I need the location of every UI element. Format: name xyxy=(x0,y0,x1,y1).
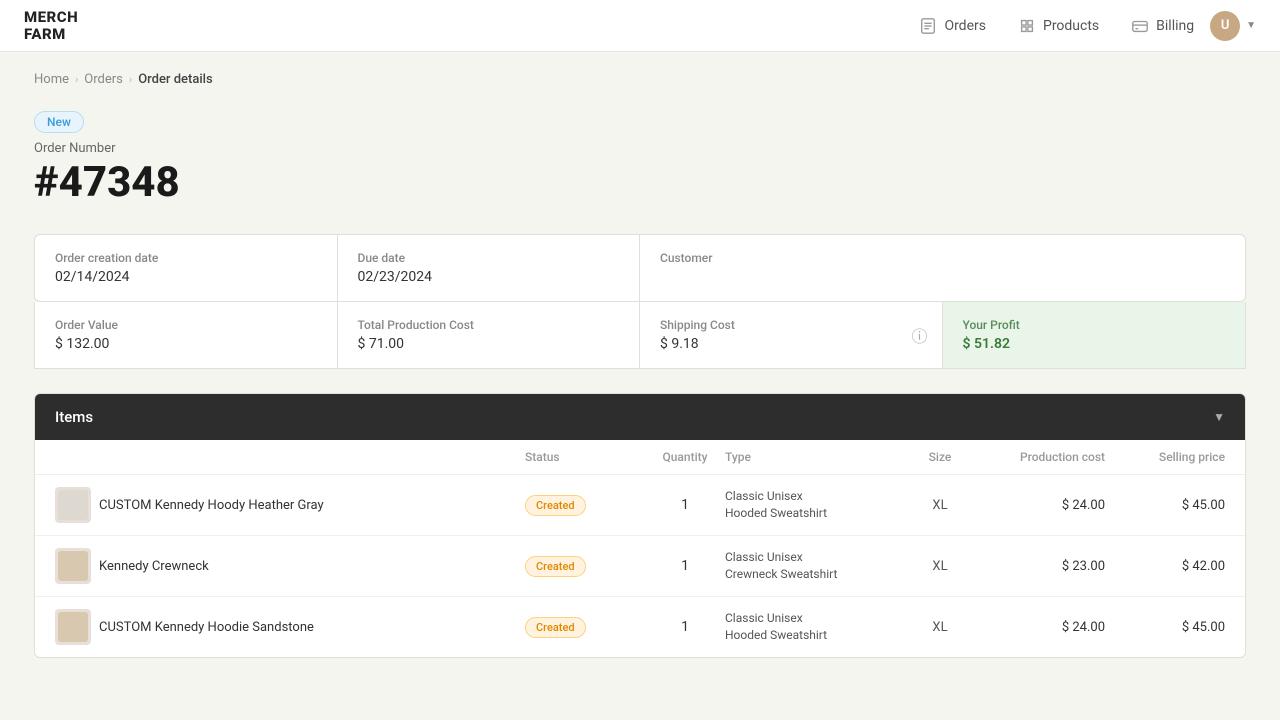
page-content: Home › Orders › Order details New Order … xyxy=(10,52,1270,678)
product-name: Kennedy Crewneck xyxy=(95,559,525,574)
product-production-cost: $ 23.00 xyxy=(975,559,1105,574)
creation-date-label: Order creation date xyxy=(55,251,317,265)
col-type: Type xyxy=(725,450,905,464)
col-quantity: Quantity xyxy=(645,450,725,464)
breadcrumb: Home › Orders › Order details xyxy=(34,72,1246,87)
col-status: Status xyxy=(525,450,645,464)
table-row: 👚 Kennedy Crewneck Created 1 Classic Uni… xyxy=(35,536,1245,597)
order-info-row: Order creation date 02/14/2024 Due date … xyxy=(34,234,1246,302)
profit-label: Your Profit xyxy=(963,318,1226,332)
customer-card: Customer xyxy=(640,235,1245,301)
status-badge-created: Created xyxy=(525,556,586,577)
profit-card: Your Profit $ 51.82 xyxy=(943,302,1246,368)
avatar: U xyxy=(1210,11,1240,41)
due-date-card: Due date 02/23/2024 xyxy=(338,235,641,301)
order-value-value: $ 132.00 xyxy=(55,336,317,352)
product-selling-price: $ 45.00 xyxy=(1105,620,1225,635)
order-status-badge: New xyxy=(34,111,84,133)
logo[interactable]: MERCH FARM xyxy=(24,9,78,42)
nav-billing[interactable]: Billing xyxy=(1131,17,1194,35)
product-production-cost: $ 24.00 xyxy=(975,498,1105,513)
product-name: CUSTOM Kennedy Hoody Heather Gray xyxy=(95,498,525,513)
breadcrumb-orders[interactable]: Orders xyxy=(84,72,123,87)
breadcrumb-current: Order details xyxy=(138,72,213,87)
due-date-value: 02/23/2024 xyxy=(358,269,620,285)
order-number: #47348 xyxy=(34,160,1246,206)
customer-label: Customer xyxy=(660,251,1225,265)
col-thumb xyxy=(55,450,95,464)
product-selling-price: $ 42.00 xyxy=(1105,559,1225,574)
orders-icon xyxy=(919,17,937,35)
creation-date-value: 02/14/2024 xyxy=(55,269,317,285)
product-quantity: 1 xyxy=(645,558,725,574)
product-thumb: 👕 xyxy=(55,487,91,523)
col-production-cost: Production cost xyxy=(975,450,1105,464)
product-selling-price: $ 45.00 xyxy=(1105,498,1225,513)
metrics-row: Order Value $ 132.00 Total Production Co… xyxy=(34,302,1246,369)
shipping-info-icon[interactable]: ⓘ xyxy=(911,323,927,347)
table-row: 👕 CUSTOM Kennedy Hoodie Sandstone Create… xyxy=(35,597,1245,657)
product-status: Created xyxy=(525,495,645,516)
status-badge-created: Created xyxy=(525,495,586,516)
table-header: Status Quantity Type Size Production cos… xyxy=(35,440,1245,475)
items-collapse-chevron[interactable]: ▼ xyxy=(1213,410,1225,424)
product-size: XL xyxy=(905,620,975,635)
nav-products[interactable]: Products xyxy=(1018,17,1099,35)
breadcrumb-home[interactable]: Home xyxy=(34,72,69,87)
items-header-label: Items xyxy=(55,408,93,426)
table-row: 👕 CUSTOM Kennedy Hoody Heather Gray Crea… xyxy=(35,475,1245,536)
breadcrumb-sep2: › xyxy=(129,73,132,86)
col-name xyxy=(95,450,525,464)
main-nav: Orders Products Billing xyxy=(919,17,1194,35)
product-type: Classic Unisex Crewneck Sweatshirt xyxy=(725,549,905,583)
production-cost-card: Total Production Cost $ 71.00 xyxy=(338,302,641,368)
shipping-cost-card: Shipping Cost $ 9.18 ⓘ xyxy=(640,302,943,368)
order-value-label: Order Value xyxy=(55,318,317,332)
product-type: Classic Unisex Hooded Sweatshirt xyxy=(725,488,905,522)
product-quantity: 1 xyxy=(645,619,725,635)
creation-date-card: Order creation date 02/14/2024 xyxy=(35,235,338,301)
profit-value: $ 51.82 xyxy=(963,336,1226,352)
product-status: Created xyxy=(525,617,645,638)
products-icon xyxy=(1018,17,1036,35)
user-menu[interactable]: U ▼ xyxy=(1210,11,1256,41)
product-size: XL xyxy=(905,498,975,513)
product-thumb: 👕 xyxy=(55,609,91,645)
breadcrumb-sep1: › xyxy=(75,73,78,86)
shipping-cost-label: Shipping Cost xyxy=(660,318,922,332)
product-thumb: 👚 xyxy=(55,548,91,584)
col-selling-price: Selling price xyxy=(1105,450,1225,464)
items-header: Items ▼ xyxy=(35,394,1245,440)
product-quantity: 1 xyxy=(645,497,725,513)
product-size: XL xyxy=(905,559,975,574)
col-size: Size xyxy=(905,450,975,464)
header: MERCH FARM Orders Products Billin xyxy=(0,0,1280,52)
product-name: CUSTOM Kennedy Hoodie Sandstone xyxy=(95,620,525,635)
shipping-cost-value: $ 9.18 xyxy=(660,336,922,352)
product-status: Created xyxy=(525,556,645,577)
nav-orders[interactable]: Orders xyxy=(919,17,986,35)
production-cost-value: $ 71.00 xyxy=(358,336,620,352)
billing-icon xyxy=(1131,17,1149,35)
chevron-down-icon: ▼ xyxy=(1246,20,1256,31)
production-cost-label: Total Production Cost xyxy=(358,318,620,332)
order-value-card: Order Value $ 132.00 xyxy=(35,302,338,368)
order-number-label: Order Number xyxy=(34,141,1246,156)
status-badge-created: Created xyxy=(525,617,586,638)
product-production-cost: $ 24.00 xyxy=(975,620,1105,635)
due-date-label: Due date xyxy=(358,251,620,265)
items-section: Items ▼ Status Quantity Type Size Produc… xyxy=(34,393,1246,658)
product-type: Classic Unisex Hooded Sweatshirt xyxy=(725,610,905,644)
